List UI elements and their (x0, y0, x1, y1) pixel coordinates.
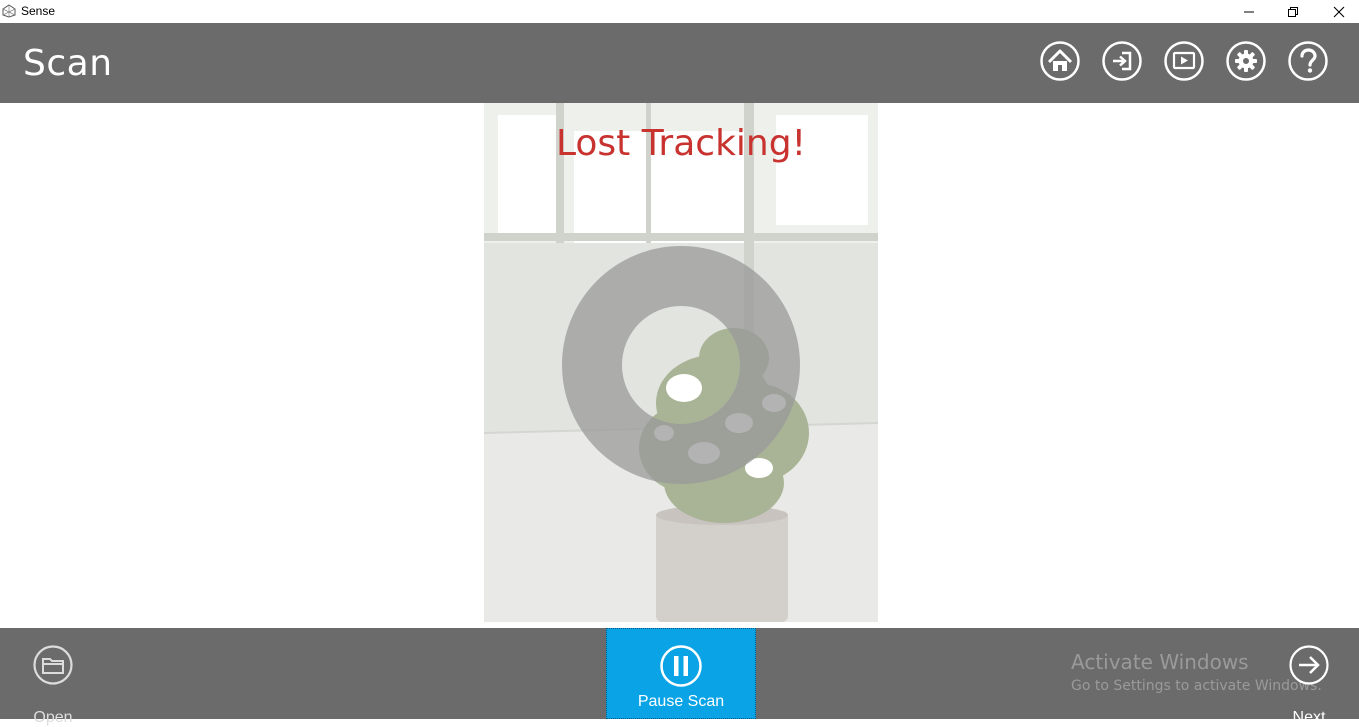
minimize-button[interactable] (1226, 0, 1272, 23)
home-button[interactable] (1039, 40, 1081, 82)
tracking-status-message: Lost Tracking! (555, 123, 807, 164)
import-button[interactable] (1101, 40, 1143, 82)
open-label: Open (33, 709, 73, 726)
restore-button[interactable] (1270, 0, 1316, 23)
help-icon (1288, 41, 1328, 81)
play-icon (1164, 41, 1204, 81)
next-label: Next (1292, 709, 1326, 726)
pause-scan-button[interactable]: Pause Scan (606, 628, 756, 719)
close-icon (1333, 6, 1345, 17)
help-button[interactable] (1287, 40, 1329, 82)
sign-in-icon (1102, 41, 1142, 81)
camera-preview: Lost Tracking! (484, 103, 878, 622)
arrow-right-icon (1289, 645, 1329, 685)
restore-icon (1288, 6, 1298, 17)
minimize-icon (1244, 11, 1254, 12)
window-title-bar: Sense (0, 0, 1359, 23)
window-title: Sense (21, 4, 56, 18)
settings-button[interactable] (1225, 40, 1267, 82)
open-button[interactable]: Open (28, 645, 78, 726)
activation-watermark-title: Activate Windows (1071, 650, 1249, 674)
app-logo-icon (2, 4, 16, 18)
folder-icon (33, 645, 73, 685)
preview-button[interactable] (1163, 40, 1205, 82)
pause-scan-label: Pause Scan (637, 693, 725, 710)
home-icon (1040, 41, 1080, 81)
app-header: Scan (0, 23, 1359, 103)
pause-icon (660, 645, 702, 687)
page-title: Scan (23, 43, 113, 84)
next-button[interactable]: Next (1284, 645, 1334, 726)
bottom-app-bar: Open Pause Scan Activate Windows Go to S… (0, 628, 1359, 726)
close-button[interactable] (1316, 0, 1359, 23)
camera-feed-image (484, 103, 878, 622)
gear-icon (1226, 41, 1266, 81)
